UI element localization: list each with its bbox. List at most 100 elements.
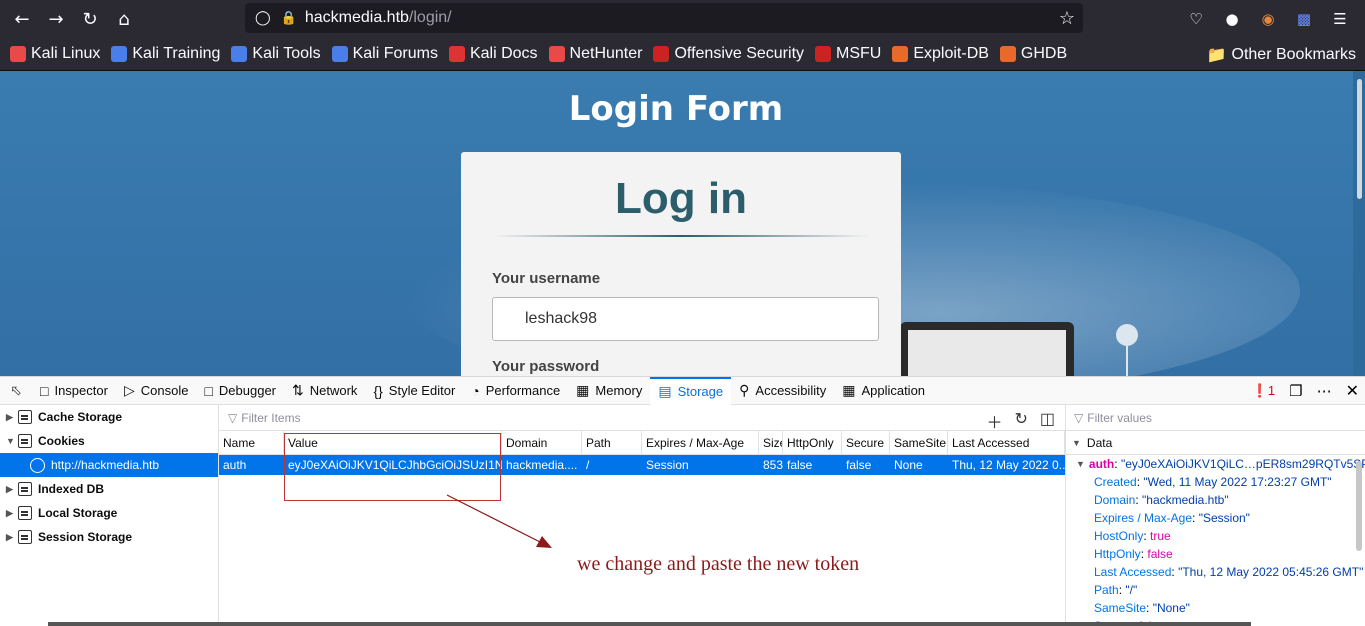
filter-values-input[interactable]: ▽ Filter values — [1066, 405, 1365, 431]
bookmark-favicon-icon — [331, 46, 348, 62]
data-entry[interactable]: Path: "/" — [1066, 581, 1365, 599]
data-entry[interactable]: Last Accessed: "Thu, 12 May 2022 05:45:2… — [1066, 563, 1365, 581]
menu-icon[interactable]: ☰ — [1325, 4, 1355, 34]
tab-style-editor[interactable]: {} Style Editor — [365, 377, 463, 405]
reload-icon[interactable]: ↻ — [73, 2, 107, 36]
table-cell[interactable]: false — [783, 455, 842, 475]
dock-icon[interactable]: ❐ — [1289, 382, 1302, 400]
column-header[interactable]: Expires / Max-Age — [642, 431, 759, 454]
tree-indexed-db[interactable]: ▶ Indexed DB — [0, 477, 218, 501]
tab-network[interactable]: ⇅ Network — [284, 377, 365, 405]
bookmark-kali-forums[interactable]: Kali Forums — [331, 45, 438, 63]
tab-debugger[interactable]: □ Debugger — [196, 377, 284, 405]
close-devtools-icon[interactable]: ✕ — [1346, 381, 1359, 401]
column-header[interactable]: HttpOnly — [783, 431, 842, 454]
bookmark-favicon-icon — [653, 46, 670, 62]
bookmark-kali-tools[interactable]: Kali Tools — [231, 45, 321, 63]
home-icon[interactable]: ⌂ — [107, 2, 141, 36]
data-entry[interactable]: Expires / Max-Age: "Session" — [1066, 509, 1365, 527]
login-heading: Log in — [615, 174, 747, 223]
browser-toolbar: ← → ↻ ⌂ ◯ 🔒 hackmedia.htb/login/ ☆ ♡ ● ◉… — [0, 0, 1365, 38]
data-entries: Created: "Wed, 11 May 2022 17:23:27 GMT"… — [1066, 473, 1365, 626]
tab-application[interactable]: ▦ Application — [834, 377, 933, 405]
data-header: ▼ Data — [1066, 431, 1365, 455]
bookmark-exploit-db[interactable]: Exploit-DB — [892, 45, 989, 63]
element-picker-icon[interactable]: ⬁ — [0, 377, 32, 405]
toggle-sidebar-icon[interactable]: ◫ — [1040, 409, 1055, 433]
table-cell[interactable]: 853 — [759, 455, 783, 475]
account-icon[interactable]: ● — [1217, 4, 1247, 34]
tab-console[interactable]: ▷ Console — [116, 377, 196, 405]
bookmark-kali-linux[interactable]: Kali Linux — [10, 45, 100, 63]
column-header[interactable]: Domain — [502, 431, 582, 454]
bookmark-kali-docs[interactable]: Kali Docs — [448, 45, 538, 63]
filter-items-input[interactable]: ▽ Filter Items ＋ ↻ ◫ — [219, 405, 1065, 433]
bookmark-favicon-icon — [111, 46, 128, 62]
translate-icon[interactable]: ▩ — [1289, 4, 1319, 34]
tab-icon: ▷ — [123, 382, 135, 398]
bookmark-star-icon[interactable]: ☆ — [1059, 8, 1075, 29]
tab-storage[interactable]: ▤ Storage — [650, 376, 732, 405]
tab-memory[interactable]: ▦ Memory — [568, 377, 650, 405]
column-header[interactable]: Size — [759, 431, 783, 454]
column-header[interactable]: Secure — [842, 431, 890, 454]
more-options-icon[interactable]: ⋯ — [1317, 382, 1332, 400]
bookmark-favicon-icon — [10, 46, 26, 62]
url-bar[interactable]: ◯ 🔒 hackmedia.htb/login/ ☆ — [245, 3, 1083, 33]
column-header[interactable]: Path — [582, 431, 642, 454]
table-cell[interactable]: false — [842, 455, 890, 475]
username-input[interactable]: leshack98 — [492, 297, 879, 341]
error-count[interactable]: ❗1 — [1252, 383, 1275, 399]
tab-icon: ⇅ — [292, 382, 304, 398]
page-scrollbar[interactable] — [1353, 71, 1365, 376]
bookmark-offensive-security[interactable]: Offensive Security — [653, 45, 804, 63]
data-entry[interactable]: HostOnly: true — [1066, 527, 1365, 545]
tab-accessibility[interactable]: ⚲ Accessibility — [731, 377, 834, 405]
column-header[interactable]: SameSite — [890, 431, 948, 454]
bookmark-favicon-icon — [548, 46, 565, 62]
tree-cache-storage[interactable]: ▶ Cache Storage — [0, 405, 218, 429]
url-host: hackmedia.htb — [304, 9, 409, 26]
table-cell[interactable]: None — [890, 455, 948, 475]
refresh-items-icon[interactable]: ↻ — [1014, 409, 1027, 433]
data-entry[interactable]: Created: "Wed, 11 May 2022 17:23:27 GMT" — [1066, 473, 1365, 491]
column-header[interactable]: Last Accessed — [948, 431, 1065, 454]
data-entry[interactable]: HttpOnly: false — [1066, 545, 1365, 563]
table-cell[interactable]: Session — [642, 455, 759, 475]
tree-cookie-origin[interactable]: http://hackmedia.htb — [0, 453, 218, 477]
data-top-entry[interactable]: ▼ auth: "eyJ0eXAiOiJKV1QiLC…pER8sm29RQTv5… — [1066, 455, 1365, 473]
bookmark-favicon-icon — [815, 46, 832, 62]
filter-icon: ▽ — [228, 410, 238, 425]
folder-icon: 📁 — [1206, 47, 1227, 64]
add-item-icon[interactable]: ＋ — [986, 409, 1002, 433]
data-entry[interactable]: Domain: "hackmedia.htb" — [1066, 491, 1365, 509]
data-entry[interactable]: SameSite: "None" — [1066, 599, 1365, 617]
bookmark-kali-training[interactable]: Kali Training — [111, 45, 220, 63]
tree-cookies[interactable]: ▼ Cookies — [0, 429, 218, 453]
table-cell[interactable]: hackmedia.... — [502, 455, 582, 475]
column-header[interactable]: Name — [219, 431, 284, 454]
pocket-icon[interactable]: ♡ — [1181, 4, 1211, 34]
page-content: Login Form Log in Your username leshack9… — [0, 71, 1365, 376]
bookmark-ghdb[interactable]: GHDB — [999, 45, 1067, 63]
back-icon[interactable]: ← — [5, 2, 39, 36]
sidebar-scrollbar[interactable] — [1356, 461, 1362, 551]
bookmark-msfu[interactable]: MSFU — [815, 45, 881, 63]
table-cell[interactable]: auth — [219, 455, 284, 475]
annotation-text: we change and paste the new token — [577, 553, 860, 575]
other-bookmarks[interactable]: 📁 Other Bookmarks — [1207, 45, 1356, 65]
horizontal-scrollbar[interactable] — [48, 622, 1251, 626]
table-cell[interactable]: Thu, 12 May 2022 0... — [948, 455, 1065, 475]
table-cell[interactable]: / — [582, 455, 642, 475]
extension-icon[interactable]: ◉ — [1253, 4, 1283, 34]
tab-performance[interactable]: ◔ Performance — [463, 377, 568, 405]
bookmark-nethunter[interactable]: NetHunter — [548, 45, 642, 63]
tab-icon: □ — [40, 382, 49, 399]
bookmarks-bar: Kali Linux Kali Training Kali Tools Kali Fo… — [0, 38, 1365, 71]
tab-icon: ◔ — [471, 382, 480, 399]
forward-icon[interactable]: → — [39, 2, 73, 36]
tree-session-storage[interactable]: ▶ Session Storage — [0, 525, 218, 549]
tab-inspector[interactable]: □ Inspector — [32, 377, 116, 405]
page-title: Login Form — [568, 89, 784, 129]
tree-local-storage[interactable]: ▶ Local Storage — [0, 501, 218, 525]
